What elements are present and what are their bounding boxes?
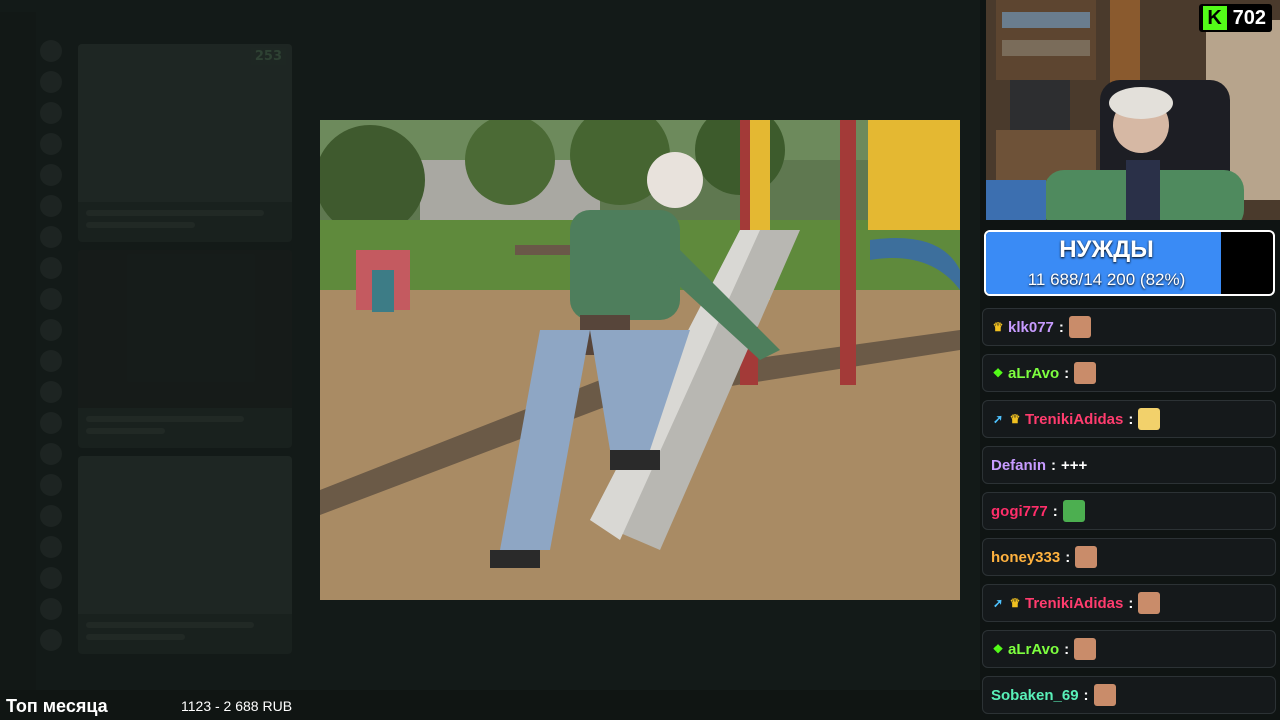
chat-username[interactable]: gogi777 — [991, 503, 1048, 520]
chat-message: ❖ aLrAvo: — [982, 354, 1276, 392]
chat-message: ➚ ♛ TrenikiAdidas: — [982, 400, 1276, 438]
chat-message: Sobaken_69: — [982, 676, 1276, 714]
chat-text: +++ — [1061, 456, 1088, 474]
chat-separator: : — [1065, 548, 1071, 566]
kick-logo-icon: K — [1202, 6, 1227, 30]
chat-username[interactable]: Sobaken_69 — [991, 687, 1079, 704]
pepe-emote — [1062, 500, 1085, 522]
chat-separator: : — [1052, 502, 1058, 520]
chat-message: ➚ ♛ TrenikiAdidas: — [982, 584, 1276, 622]
gift-icon: ❖ — [992, 642, 1004, 656]
chat-separator: : — [1128, 594, 1134, 612]
chat-username[interactable]: Defanin — [991, 457, 1046, 474]
crown-icon: ♛ — [1009, 412, 1021, 426]
chat-separator: : — [1064, 640, 1070, 658]
goal-title: НУЖДЫ — [1059, 236, 1154, 263]
playground-photo — [320, 120, 960, 600]
chat-message: ♛ klk077: — [982, 308, 1276, 346]
chat-separator: : — [1051, 456, 1057, 474]
face-emote — [1093, 684, 1116, 706]
cheese-emote — [1138, 408, 1161, 430]
chat-panel: ♛ klk077: ❖ aLrAvo: ➚ ♛ TrenikiAdidas: Defanin:… — [980, 306, 1280, 720]
chat-separator: : — [1058, 318, 1064, 336]
top-month-label: Топ месяца — [6, 696, 108, 716]
face-emote — [1138, 592, 1161, 614]
face-emote — [1075, 546, 1098, 568]
webcam-overlay: K 702 — [986, 0, 1280, 220]
chat-username[interactable]: TrenikiAdidas — [1025, 595, 1123, 612]
chat-separator: : — [1128, 410, 1134, 428]
chat-username[interactable]: aLrAvo — [1008, 641, 1059, 658]
chat-username[interactable]: honey333 — [991, 549, 1060, 566]
viewer-count-badge: K 702 — [1198, 4, 1272, 32]
webcam-feed — [986, 0, 1280, 220]
chat-message: Defanin: +++ — [982, 446, 1276, 484]
crown-icon: ♛ — [1009, 596, 1021, 610]
donation-range: 1123 - 2 688 RUB — [181, 698, 293, 714]
chat-username[interactable]: TrenikiAdidas — [1025, 411, 1123, 428]
photo-viewer[interactable] — [320, 120, 960, 600]
gift-icon: ❖ — [992, 366, 1004, 380]
donation-goal: НУЖДЫ 11 688/14 200 (82%) — [984, 230, 1275, 296]
chat-message: ❖ aLrAvo: — [982, 630, 1276, 668]
chat-separator: : — [1083, 686, 1089, 704]
chat-message: gogi777: — [982, 492, 1276, 530]
chat-username[interactable]: aLrAvo — [1008, 365, 1059, 382]
face-emote — [1074, 638, 1097, 660]
chat-message: honey333: — [982, 538, 1276, 576]
chat-username[interactable]: klk077 — [1008, 319, 1054, 336]
chat-separator: : — [1064, 364, 1070, 382]
face-emote — [1068, 316, 1091, 338]
bottom-ticker — [0, 690, 980, 720]
viewer-count: 702 — [1232, 6, 1266, 29]
crown-icon: ♛ — [992, 320, 1004, 334]
face-emote — [1074, 362, 1097, 384]
boost-icon: ➚ — [992, 412, 1004, 426]
goal-progress-text: 11 688/14 200 (82%) — [1027, 270, 1186, 289]
boost-icon: ➚ — [992, 596, 1004, 610]
